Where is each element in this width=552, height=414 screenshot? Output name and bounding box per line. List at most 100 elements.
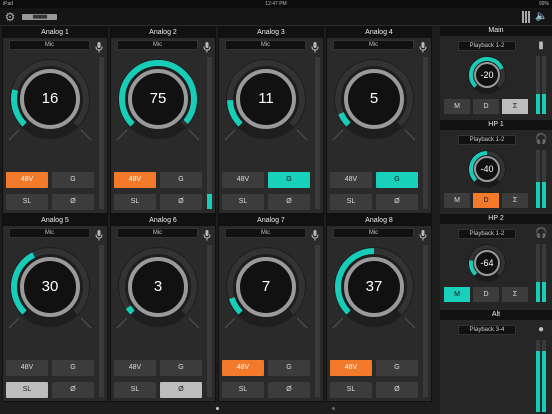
phase-invert-button[interactable]: Ø — [52, 382, 94, 398]
group-button[interactable]: G — [376, 360, 418, 376]
mic-icon — [419, 228, 427, 241]
group-button[interactable]: G — [160, 360, 202, 376]
phase-invert-button[interactable]: Ø — [160, 382, 202, 398]
phase-invert-button[interactable]: Ø — [376, 194, 418, 210]
output-source-selector[interactable]: Playback 1-2 — [458, 229, 516, 239]
mute-button[interactable]: M — [444, 193, 470, 208]
phantom-48v-button[interactable]: 48V — [222, 172, 264, 188]
input-type-selector[interactable]: Mic — [117, 228, 198, 238]
input-meter — [315, 245, 320, 397]
status-bar: iPad 12:47 PM 99% — [0, 0, 552, 8]
speaker-icon[interactable]: 🔈 — [535, 11, 547, 23]
speaker-alt-icon[interactable]: ● — [535, 324, 547, 336]
phantom-48v-button[interactable]: 48V — [114, 360, 156, 376]
stereo-link-button[interactable]: SL — [330, 382, 372, 398]
mute-button[interactable]: M — [444, 99, 470, 114]
input-meter — [207, 57, 212, 209]
output-meter-left — [536, 56, 540, 114]
dim-button[interactable]: D — [473, 99, 499, 114]
output-source-selector[interactable]: Playback 1-2 — [458, 41, 516, 51]
group-button[interactable]: G — [160, 172, 202, 188]
page-dot-2[interactable] — [332, 407, 335, 410]
input-type-selector[interactable]: Mic — [9, 40, 90, 50]
phantom-48v-button[interactable]: 48V — [6, 360, 48, 376]
phase-invert-button[interactable]: Ø — [376, 382, 418, 398]
channel-strip: Analog 5 Mic 30 48V G SL Ø — [2, 214, 108, 402]
output-level-knob[interactable]: -40 — [467, 149, 507, 189]
app-root: iPad 12:47 PM 99% ⚙ ▮▮▮▮▮▮▮▮ 🔈 Analog 1 … — [0, 0, 552, 414]
dim-button[interactable]: D — [473, 287, 499, 302]
input-type-selector[interactable]: Mic — [333, 40, 414, 50]
phase-invert-button[interactable]: Ø — [268, 382, 310, 398]
stereo-link-button[interactable]: SL — [222, 194, 264, 210]
output-level-knob[interactable]: -20 — [467, 55, 507, 95]
meter-fill — [542, 350, 546, 412]
dim-button[interactable]: D — [473, 193, 499, 208]
stereo-link-button[interactable]: SL — [222, 382, 264, 398]
gain-knob[interactable]: 3 — [115, 244, 201, 330]
output-meter-left — [536, 340, 540, 412]
gear-icon[interactable]: ⚙ — [3, 10, 17, 24]
input-type-selector[interactable]: Mic — [225, 228, 306, 238]
input-type-selector[interactable]: Mic — [117, 40, 198, 50]
group-button[interactable]: G — [376, 172, 418, 188]
output-source-selector[interactable]: Playback 1-2 — [458, 135, 516, 145]
stereo-link-button[interactable]: SL — [6, 382, 48, 398]
output-level-knob[interactable]: -64 — [467, 243, 507, 283]
stereo-link-button[interactable]: SL — [114, 194, 156, 210]
headphones-icon[interactable]: 🎧 — [535, 228, 547, 240]
mic-icon — [311, 40, 319, 53]
gain-knob[interactable]: 37 — [331, 244, 417, 330]
mono-sum-button[interactable]: Σ — [502, 287, 528, 302]
phantom-48v-button[interactable]: 48V — [330, 172, 372, 188]
meters-icon[interactable] — [522, 11, 530, 23]
meter-fill — [207, 193, 212, 209]
phase-invert-button[interactable]: Ø — [52, 194, 94, 210]
output-level-value: -20 — [480, 70, 494, 80]
channel-name: Analog 4 — [327, 27, 431, 38]
phantom-48v-button[interactable]: 48V — [114, 172, 156, 188]
output-source-selector[interactable]: Playback 3-4 — [458, 325, 516, 335]
mono-sum-button[interactable]: Σ — [502, 193, 528, 208]
input-type-selector[interactable]: Mic — [9, 228, 90, 238]
phase-invert-button[interactable]: Ø — [160, 194, 202, 210]
gain-knob[interactable]: 16 — [7, 56, 93, 142]
phase-invert-button[interactable]: Ø — [268, 194, 310, 210]
gain-knob[interactable]: 75 — [115, 56, 201, 142]
stereo-link-button[interactable]: SL — [6, 194, 48, 210]
input-meter — [99, 57, 104, 209]
input-type-selector[interactable]: Mic — [333, 228, 414, 238]
meter-fill — [542, 93, 546, 114]
mute-button[interactable]: M — [444, 287, 470, 302]
channel-strip: Analog 2 Mic 75 48V G SL Ø — [110, 26, 216, 214]
gain-knob[interactable]: 7 — [223, 244, 309, 330]
group-button[interactable]: G — [268, 172, 310, 188]
stereo-link-button[interactable]: SL — [114, 382, 156, 398]
headphones-icon[interactable]: 🎧 — [535, 134, 547, 146]
gain-knob[interactable]: 11 — [223, 56, 309, 142]
group-button[interactable]: G — [52, 360, 94, 376]
channel-name: Analog 7 — [219, 215, 323, 226]
gain-value: 7 — [261, 278, 271, 295]
phantom-48v-button[interactable]: 48V — [330, 360, 372, 376]
output-name: HP 2 — [440, 214, 552, 224]
channel-strip: Analog 6 Mic 3 48V G SL Ø — [110, 214, 216, 402]
phantom-48v-button[interactable]: 48V — [6, 172, 48, 188]
gain-value: 3 — [153, 278, 163, 295]
group-button[interactable]: G — [268, 360, 310, 376]
channel-name: Analog 5 — [3, 215, 107, 226]
stereo-link-button[interactable]: SL — [330, 194, 372, 210]
page-dot-1[interactable] — [216, 407, 219, 410]
speaker-box-icon[interactable]: ▮ — [535, 40, 547, 52]
mono-sum-button[interactable]: Σ — [502, 99, 528, 114]
channel-strip: Analog 3 Mic 11 48V G SL Ø — [218, 26, 324, 214]
input-meter — [423, 245, 428, 397]
input-meter — [99, 245, 104, 397]
gain-knob[interactable]: 5 — [331, 56, 417, 142]
phantom-48v-button[interactable]: 48V — [222, 360, 264, 376]
gain-knob[interactable]: 30 — [7, 244, 93, 330]
device-selector[interactable]: ▮▮▮▮▮▮▮▮ — [22, 14, 57, 20]
input-type-selector[interactable]: Mic — [225, 40, 306, 50]
group-button[interactable]: G — [52, 172, 94, 188]
output-meter-left — [536, 244, 540, 302]
